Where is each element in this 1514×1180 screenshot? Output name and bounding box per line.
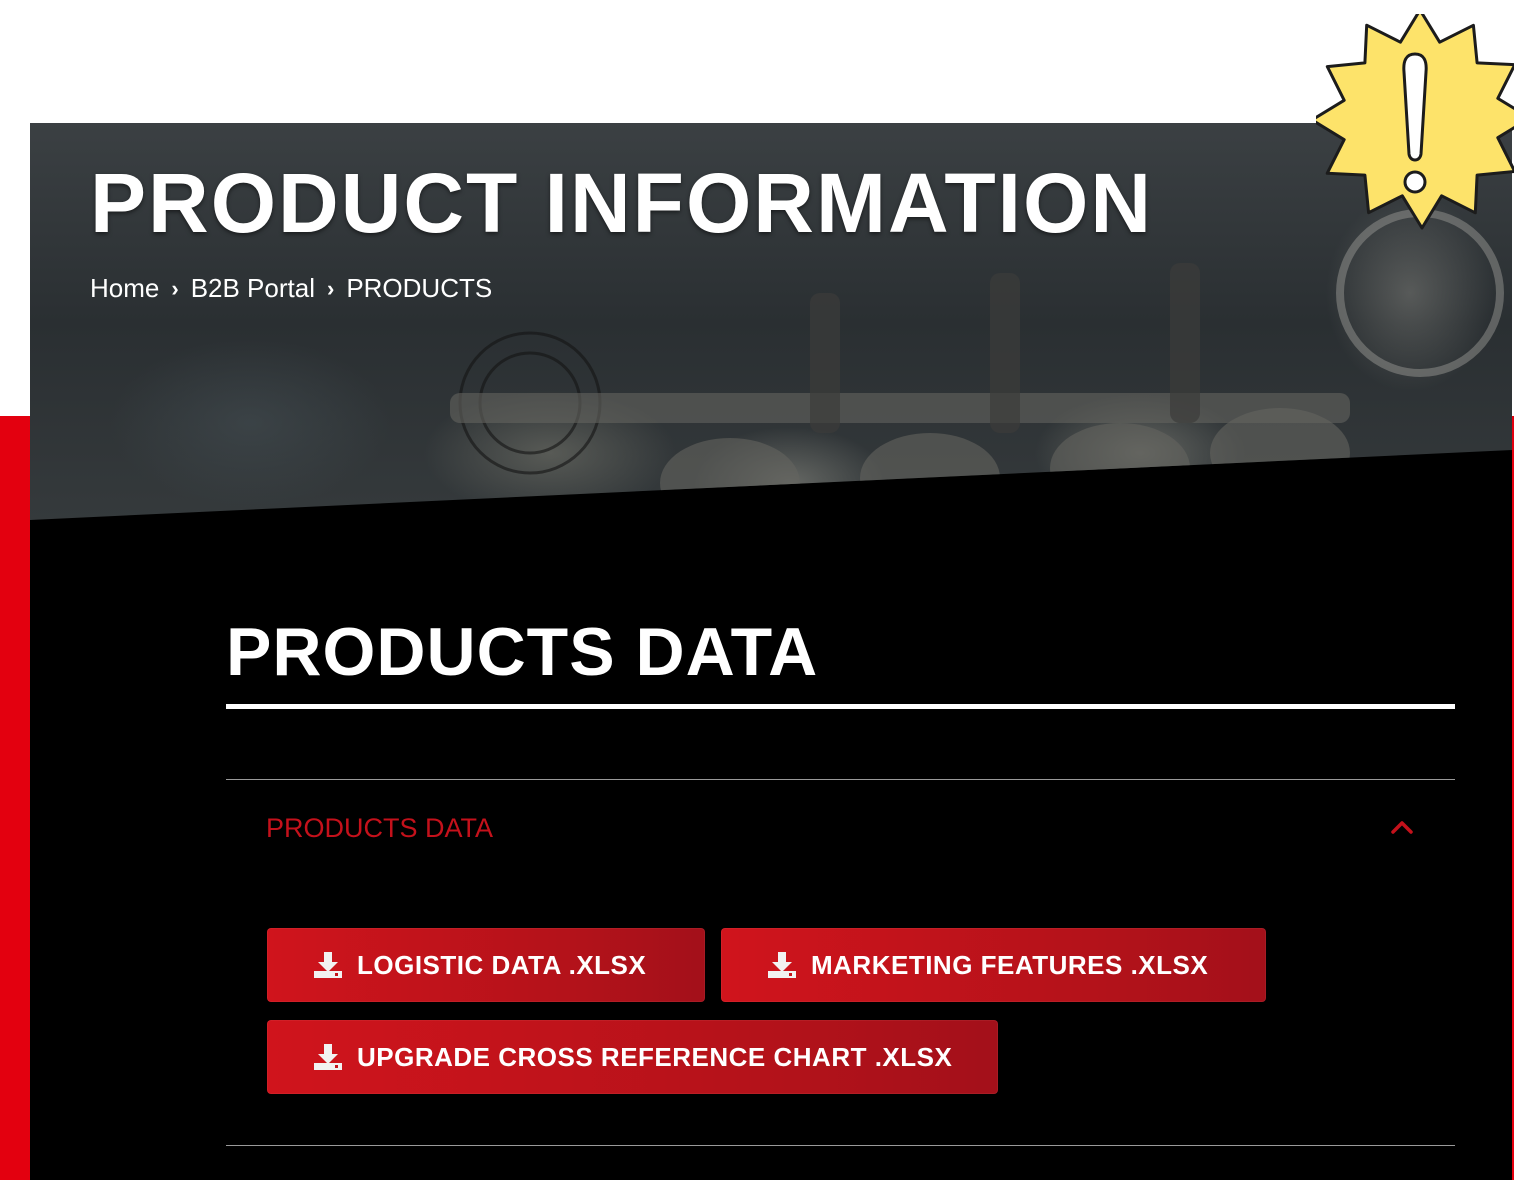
breadcrumb: Home › B2B Portal › PRODUCTS	[90, 273, 492, 304]
alert-exclamation-icon	[1316, 14, 1514, 230]
download-icon	[314, 952, 342, 978]
download-icon	[768, 952, 796, 978]
title-underline	[226, 704, 1455, 709]
chevron-up-icon	[1391, 821, 1413, 834]
accordion-divider-bottom	[226, 1145, 1455, 1146]
page-title: PRODUCT INFORMATION	[90, 156, 1154, 250]
breadcrumb-b2b-portal-link[interactable]: B2B Portal	[191, 273, 315, 304]
download-button-label: MARKETING FEATURES .XLSX	[811, 949, 1209, 980]
section-title: PRODUCTS DATA	[226, 614, 819, 690]
download-upgrade-cross-reference-button[interactable]: UPGRADE CROSS REFERENCE CHART .XLSX	[267, 1020, 998, 1094]
breadcrumb-separator-icon: ›	[171, 275, 179, 301]
download-button-label: LOGISTIC DATA .XLSX	[357, 949, 647, 980]
breadcrumb-home-link[interactable]: Home	[90, 273, 159, 304]
content-panel: PRODUCT INFORMATION Home › B2B Portal › …	[30, 123, 1512, 1180]
breadcrumb-separator-icon: ›	[326, 275, 335, 301]
accordion-label: PRODUCTS DATA	[266, 813, 494, 843]
download-marketing-features-button[interactable]: MARKETING FEATURES .XLSX	[721, 928, 1266, 1002]
accordion-divider-top	[226, 779, 1455, 780]
download-logistic-data-button[interactable]: LOGISTIC DATA .XLSX	[267, 928, 705, 1002]
breadcrumb-current-page: PRODUCTS	[346, 273, 493, 303]
download-button-label: UPGRADE CROSS REFERENCE CHART .XLSX	[357, 1041, 953, 1072]
download-icon	[314, 1044, 342, 1070]
hero-banner: PRODUCT INFORMATION Home › B2B Portal › …	[30, 123, 1512, 520]
accordion-toggle-products-data[interactable]: PRODUCTS DATA	[226, 803, 1455, 853]
